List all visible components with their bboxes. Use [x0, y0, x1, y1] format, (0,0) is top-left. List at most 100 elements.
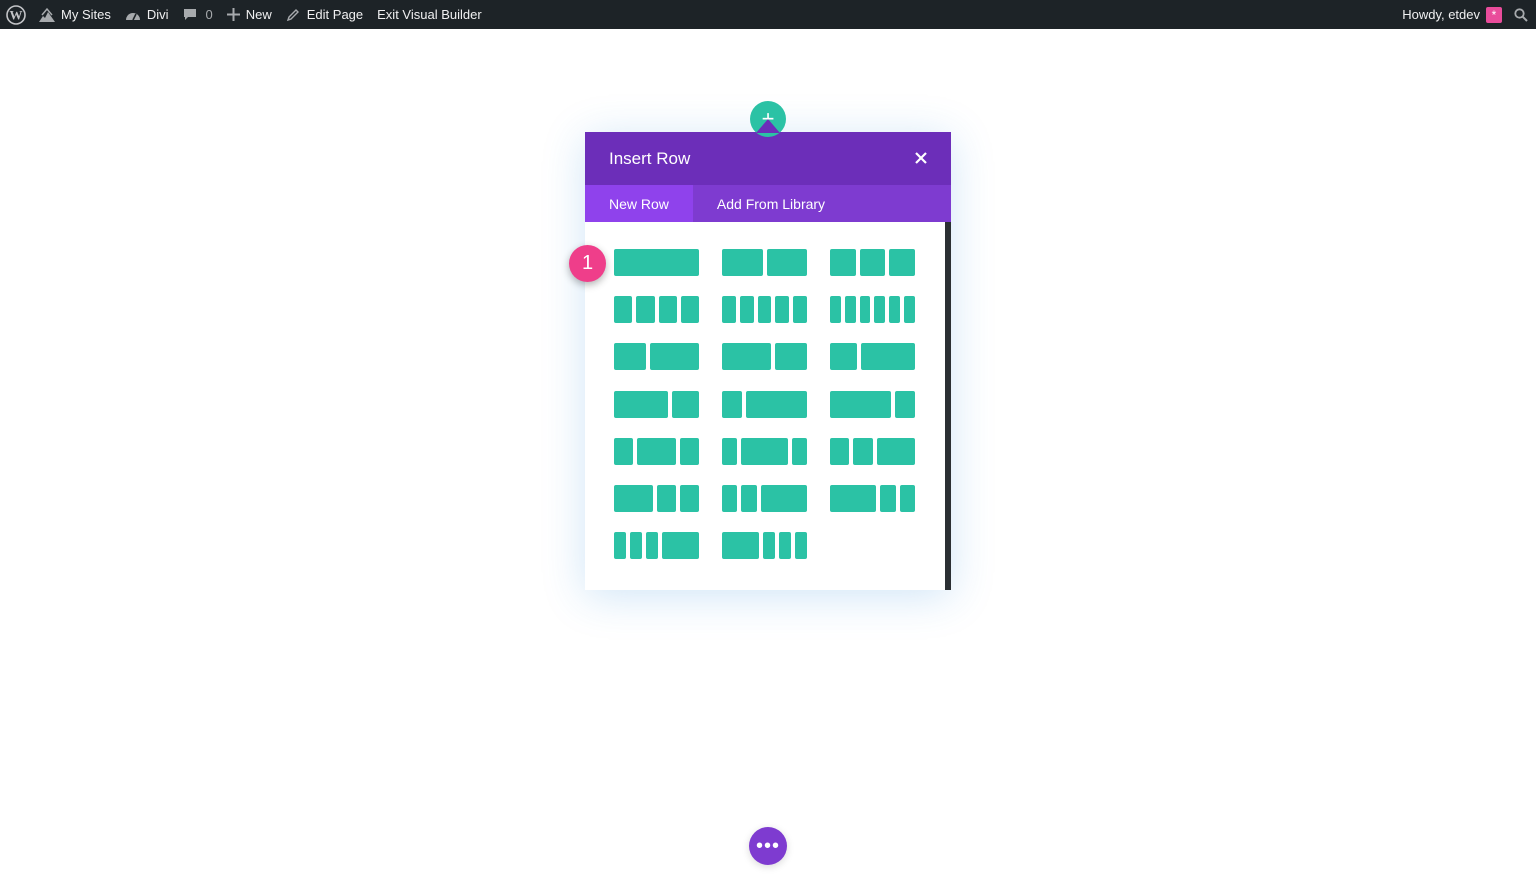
layout-column: [614, 438, 634, 465]
row-layout-option[interactable]: [722, 485, 807, 512]
layout-column: [861, 343, 915, 370]
layout-column: [899, 485, 915, 512]
exit-visual-builder-label: Exit Visual Builder: [377, 7, 482, 22]
svg-text:W: W: [10, 7, 23, 22]
row-layout-option[interactable]: [722, 532, 807, 559]
wordpress-logo-icon: W: [6, 4, 26, 25]
row-layout-option[interactable]: [830, 343, 915, 370]
layout-column: [830, 296, 841, 323]
row-layout-option[interactable]: [722, 343, 807, 370]
layout-column: [874, 296, 886, 323]
layout-column: [741, 438, 788, 465]
layout-column: [679, 485, 699, 512]
layout-column: [722, 296, 736, 323]
wordpress-logo-button[interactable]: W: [0, 0, 34, 29]
modal-tabs: New Row Add From Library: [585, 185, 951, 222]
layout-column: [889, 249, 915, 276]
row-layout-option[interactable]: [722, 296, 807, 323]
layout-column: [859, 296, 871, 323]
row-layout-option[interactable]: [614, 485, 699, 512]
account-menu[interactable]: Howdy, etdev *: [1394, 0, 1510, 29]
layout-column: [646, 532, 659, 559]
site-name-label: Divi: [146, 7, 169, 22]
layout-column: [775, 296, 790, 323]
layout-column: [614, 391, 668, 418]
howdy-label: Howdy, etdev: [1402, 7, 1480, 22]
row-layout-option[interactable]: [614, 532, 699, 559]
layout-column: [853, 438, 873, 465]
row-layout-option[interactable]: [830, 438, 915, 465]
row-layout-option[interactable]: [830, 249, 915, 276]
row-layout-option[interactable]: [722, 249, 807, 276]
row-layout-option[interactable]: [830, 296, 915, 323]
layout-column: [794, 532, 807, 559]
layout-column: [614, 343, 647, 370]
row-layout-option[interactable]: [830, 391, 915, 418]
layout-column: [859, 249, 886, 276]
layout-column: [614, 296, 633, 323]
modal-pointer: [756, 119, 780, 133]
row-layout-option[interactable]: [722, 391, 807, 418]
layout-column: [746, 391, 807, 418]
layout-column: [844, 296, 856, 323]
tab-new-row[interactable]: New Row: [585, 185, 693, 222]
my-sites-menu[interactable]: My Sites: [34, 0, 118, 29]
my-sites-icon: [38, 7, 56, 23]
layout-column: [630, 532, 643, 559]
layout-column: [876, 438, 915, 465]
scrollbar[interactable]: [945, 222, 951, 590]
row-layout-option[interactable]: [722, 438, 807, 465]
layout-column: [880, 485, 896, 512]
layout-column: [830, 343, 857, 370]
layout-column: [614, 249, 699, 276]
layout-column: [636, 296, 655, 323]
layout-grid: [585, 222, 951, 590]
layout-column: [889, 296, 901, 323]
close-icon[interactable]: [909, 146, 933, 170]
layout-column: [739, 296, 754, 323]
layout-column: [662, 532, 699, 559]
search-icon: [1514, 7, 1528, 22]
site-name-menu[interactable]: Divi: [118, 0, 176, 29]
page-settings-button[interactable]: •••: [749, 827, 787, 865]
row-layout-option[interactable]: [614, 438, 699, 465]
layout-column: [722, 249, 763, 276]
row-layout-option[interactable]: [614, 296, 699, 323]
admin-bar: W My Sites Divi 0 New Edit Page Exit Vis…: [0, 0, 1536, 29]
row-layout-option[interactable]: [830, 485, 915, 512]
modal-title: Insert Row: [609, 148, 691, 168]
comments-count: 0: [205, 7, 213, 22]
layout-column: [680, 296, 699, 323]
layout-column: [679, 438, 699, 465]
row-layout-option[interactable]: [614, 343, 699, 370]
search-button[interactable]: [1510, 0, 1536, 29]
layout-column: [904, 296, 915, 323]
layout-column: [741, 485, 757, 512]
layout-column: [830, 391, 891, 418]
layout-column: [658, 296, 677, 323]
edit-page-link[interactable]: Edit Page: [279, 0, 370, 29]
pencil-icon: [286, 8, 300, 22]
layout-column: [637, 438, 676, 465]
layout-column: [722, 532, 759, 559]
layout-column: [830, 249, 856, 276]
my-sites-label: My Sites: [61, 7, 111, 22]
layout-column: [757, 296, 772, 323]
avatar: *: [1486, 6, 1502, 23]
exit-visual-builder-link[interactable]: Exit Visual Builder: [370, 0, 489, 29]
step-badge: 1: [569, 245, 606, 282]
row-layout-option[interactable]: [614, 391, 699, 418]
new-content-menu[interactable]: New: [220, 0, 279, 29]
comments-link[interactable]: 0: [176, 0, 220, 29]
tab-add-from-library[interactable]: Add From Library: [693, 185, 849, 222]
layout-column: [762, 532, 775, 559]
layout-column: [722, 343, 771, 370]
new-label: New: [245, 7, 272, 22]
dashboard-icon: [125, 8, 141, 22]
layout-column: [894, 391, 915, 418]
modal-header: Insert Row: [585, 132, 951, 185]
layout-column: [778, 532, 791, 559]
layout-column: [614, 485, 653, 512]
layout-column: [722, 485, 738, 512]
row-layout-option[interactable]: [614, 249, 699, 276]
